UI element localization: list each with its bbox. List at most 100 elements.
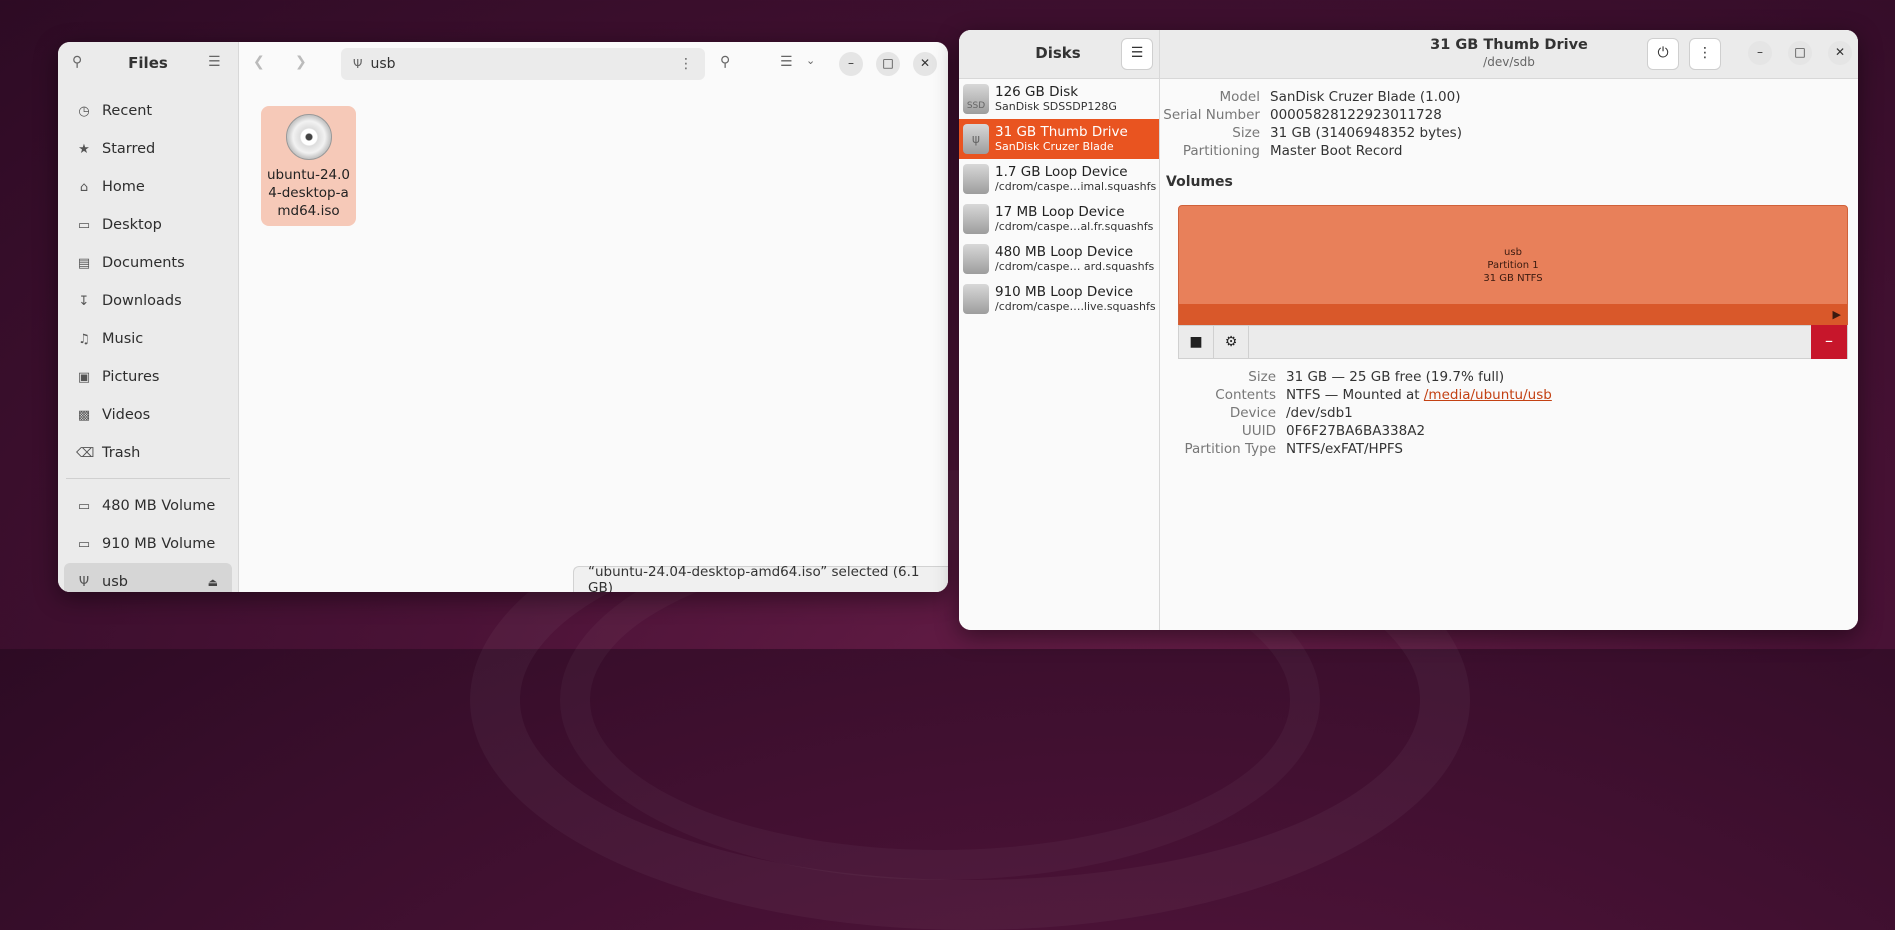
sidebar-item-videos[interactable]: ▩ Videos [58, 396, 238, 434]
minimize-icon[interactable]: – [839, 52, 863, 76]
loop-device-icon [963, 164, 989, 194]
more-options-icon[interactable]: ⋮ [1689, 38, 1721, 70]
device-loop-480mb[interactable]: 480 MB Loop Device/cdrom/caspe… ard.squa… [959, 239, 1159, 279]
play-icon[interactable]: ▶ [1833, 308, 1841, 321]
device-subtitle: /cdrom/caspe…al.fr.squashfs [995, 220, 1154, 233]
serial-value: 00005828122923011728 [1270, 107, 1442, 123]
sidebar-item-480mb-volume[interactable]: ▭ 480 MB Volume [58, 487, 238, 525]
device-subtitle: /cdrom/caspe….live.squashfs [995, 300, 1156, 313]
contents-value: NTFS — Mounted at /media/ubuntu/usb [1286, 386, 1552, 404]
close-icon[interactable]: ✕ [913, 52, 937, 76]
files-toolbar: ❮ ❯ Ψ usb ⋮ ⚲ ☰ ⌄ – □ ✕ [239, 42, 948, 86]
sidebar-item-desktop[interactable]: ▭ Desktop [58, 206, 238, 244]
contents-label: Contents [1215, 387, 1276, 403]
home-icon: ⌂ [79, 179, 89, 195]
device-126gb-disk[interactable]: SSD 126 GB Disk SanDisk SDSSDP128G [959, 79, 1159, 119]
file-name: ubuntu-24.04-desktop-amd64.iso [266, 167, 351, 219]
minimize-icon[interactable]: – [1748, 41, 1772, 65]
forward-icon[interactable]: ❯ [295, 54, 307, 70]
view-list-icon[interactable]: ☰ [780, 54, 793, 70]
usb-drive-icon: ψ [963, 124, 989, 154]
more-options-icon[interactable]: ⋮ [679, 56, 693, 72]
device-subtitle: SanDisk Cruzer Blade [995, 140, 1114, 153]
volume-size-value: 31 GB — 25 GB free (19.7% full) [1286, 369, 1505, 385]
partition-bar[interactable]: usb Partition 1 31 GB NTFS ▶ [1178, 205, 1848, 327]
sidebar-item-label: Trash [102, 445, 141, 461]
sidebar-item-usb[interactable]: Ψusb ⏏ [64, 563, 232, 592]
sidebar-item-label: Recent [102, 103, 153, 119]
volumes-heading: Volumes [1166, 174, 1233, 190]
maximize-icon[interactable]: □ [1788, 41, 1812, 65]
device-name: 126 GB Disk [995, 84, 1079, 100]
sidebar-header: ⚲ Files ☰ [58, 42, 238, 86]
path-label: usb [370, 56, 396, 72]
volume-name: usb [1504, 247, 1522, 258]
sidebar-item-home[interactable]: ⌂ Home [58, 168, 238, 206]
desktop-icon: ▭ [77, 217, 91, 233]
sidebar-item-starred[interactable]: ★ Starred [58, 130, 238, 168]
device-label: Device [1229, 405, 1276, 421]
sidebar-item-documents[interactable]: ▤ Documents [58, 244, 238, 282]
back-icon[interactable]: ❮ [253, 54, 265, 70]
close-icon[interactable]: ✕ [1828, 41, 1852, 65]
hamburger-menu-icon[interactable]: ☰ [1121, 38, 1153, 70]
sidebar-item-label: Starred [102, 141, 156, 157]
disks-sidebar: Disks ☰ SSD 126 GB Disk SanDisk SDSSDP128… [959, 30, 1160, 630]
files-content: ❮ ❯ Ψ usb ⋮ ⚲ ☰ ⌄ – □ ✕ ubuntu-24.04-des… [239, 42, 948, 592]
sidebar-item-label: Pictures [102, 369, 160, 385]
loop-device-icon [963, 244, 989, 274]
path-bar[interactable]: Ψ usb ⋮ [341, 48, 705, 80]
sidebar-item-910mb-volume[interactable]: ▭ 910 MB Volume [58, 525, 238, 563]
delete-partition-button[interactable]: – [1811, 325, 1847, 359]
music-icon: ♫ [78, 331, 90, 347]
disc-image-icon [285, 114, 332, 160]
uuid-value: 0F6F27BA6BA338A2 [1286, 423, 1426, 439]
size-value: 31 GB (31406948352 bytes) [1270, 125, 1462, 141]
partitioning-value: Master Boot Record [1270, 143, 1403, 159]
sidebar-item-label: Music [102, 331, 144, 347]
sidebar-item-label: usb [102, 574, 128, 590]
sidebar-item-pictures[interactable]: ▣ Pictures [58, 358, 238, 396]
device-loop-910mb[interactable]: 910 MB Loop Device/cdrom/caspe….live.squ… [959, 279, 1159, 319]
volume-fs: 31 GB NTFS [1483, 273, 1543, 284]
device-name: 17 MB Loop Device [995, 204, 1125, 220]
mount-point-link[interactable]: /media/ubuntu/usb [1424, 387, 1552, 403]
maximize-icon[interactable]: □ [876, 52, 900, 76]
power-off-icon[interactable]: ⏻ [1647, 38, 1679, 70]
file-item-iso[interactable]: ubuntu-24.04-desktop-amd64.iso [261, 106, 356, 226]
disks-sidebar-header: Disks ☰ [959, 30, 1159, 79]
volume-usage-strip: ▶ [1179, 304, 1847, 326]
device-subtitle: SanDisk SDSSDP128G [995, 100, 1117, 113]
device-loop-17mb[interactable]: 17 MB Loop Device/cdrom/caspe…al.fr.squa… [959, 199, 1159, 239]
disks-window: Disks ☰ SSD 126 GB Disk SanDisk SDSSDP128… [959, 30, 1858, 630]
stop-icon[interactable]: ■ [1179, 326, 1214, 358]
device-name: 31 GB Thumb Drive [995, 124, 1128, 140]
sidebar-item-downloads[interactable]: ↧ Downloads [58, 282, 238, 320]
search-folder-icon[interactable]: ⚲ [720, 54, 730, 70]
drive-icon: ▭ [77, 536, 91, 552]
sidebar-item-recent[interactable]: ◷ Recent [58, 92, 238, 130]
device-31gb-thumb-drive[interactable]: ψ 31 GB Thumb Drive SanDisk Cruzer Blade [959, 119, 1159, 159]
documents-icon: ▤ [77, 255, 91, 271]
chevron-down-icon[interactable]: ⌄ [806, 54, 815, 67]
uuid-label: UUID [1241, 423, 1276, 439]
videos-icon: ▩ [77, 407, 91, 423]
files-sidebar: ⚲ Files ☰ ◷ Recent ★ Starred ⌂ Home ▭ Deskto… [58, 42, 239, 592]
sidebar-item-label: 480 MB Volume [102, 498, 216, 514]
sidebar-item-music[interactable]: ♫ Music [58, 320, 238, 358]
gear-icon[interactable]: ⚙ [1214, 326, 1249, 358]
sidebar-item-trash[interactable]: ⌫ Trash [58, 434, 238, 472]
files-window: ⚲ Files ☰ ◷ Recent ★ Starred ⌂ Home ▭ Deskto… [58, 42, 948, 592]
sidebar-item-label: Home [102, 179, 145, 195]
eject-icon[interactable]: ⏏ [208, 576, 218, 589]
disks-main-header: 31 GB Thumb Drive /dev/sdb ⏻ ⋮ – □ ✕ [1160, 30, 1858, 79]
volume-size-label: Size [1248, 369, 1276, 385]
star-icon: ★ [78, 141, 90, 157]
loop-device-icon [963, 284, 989, 314]
hamburger-menu-icon[interactable]: ☰ [208, 54, 221, 70]
size-label: Size [1232, 125, 1260, 141]
sidebar-item-label: Downloads [102, 293, 182, 309]
disks-main: 31 GB Thumb Drive /dev/sdb ⏻ ⋮ – □ ✕ Mod… [1160, 30, 1858, 630]
device-loop-1-7gb[interactable]: 1.7 GB Loop Device/cdrom/caspe…imal.squa… [959, 159, 1159, 199]
partition-type-label: Partition Type [1184, 441, 1276, 457]
